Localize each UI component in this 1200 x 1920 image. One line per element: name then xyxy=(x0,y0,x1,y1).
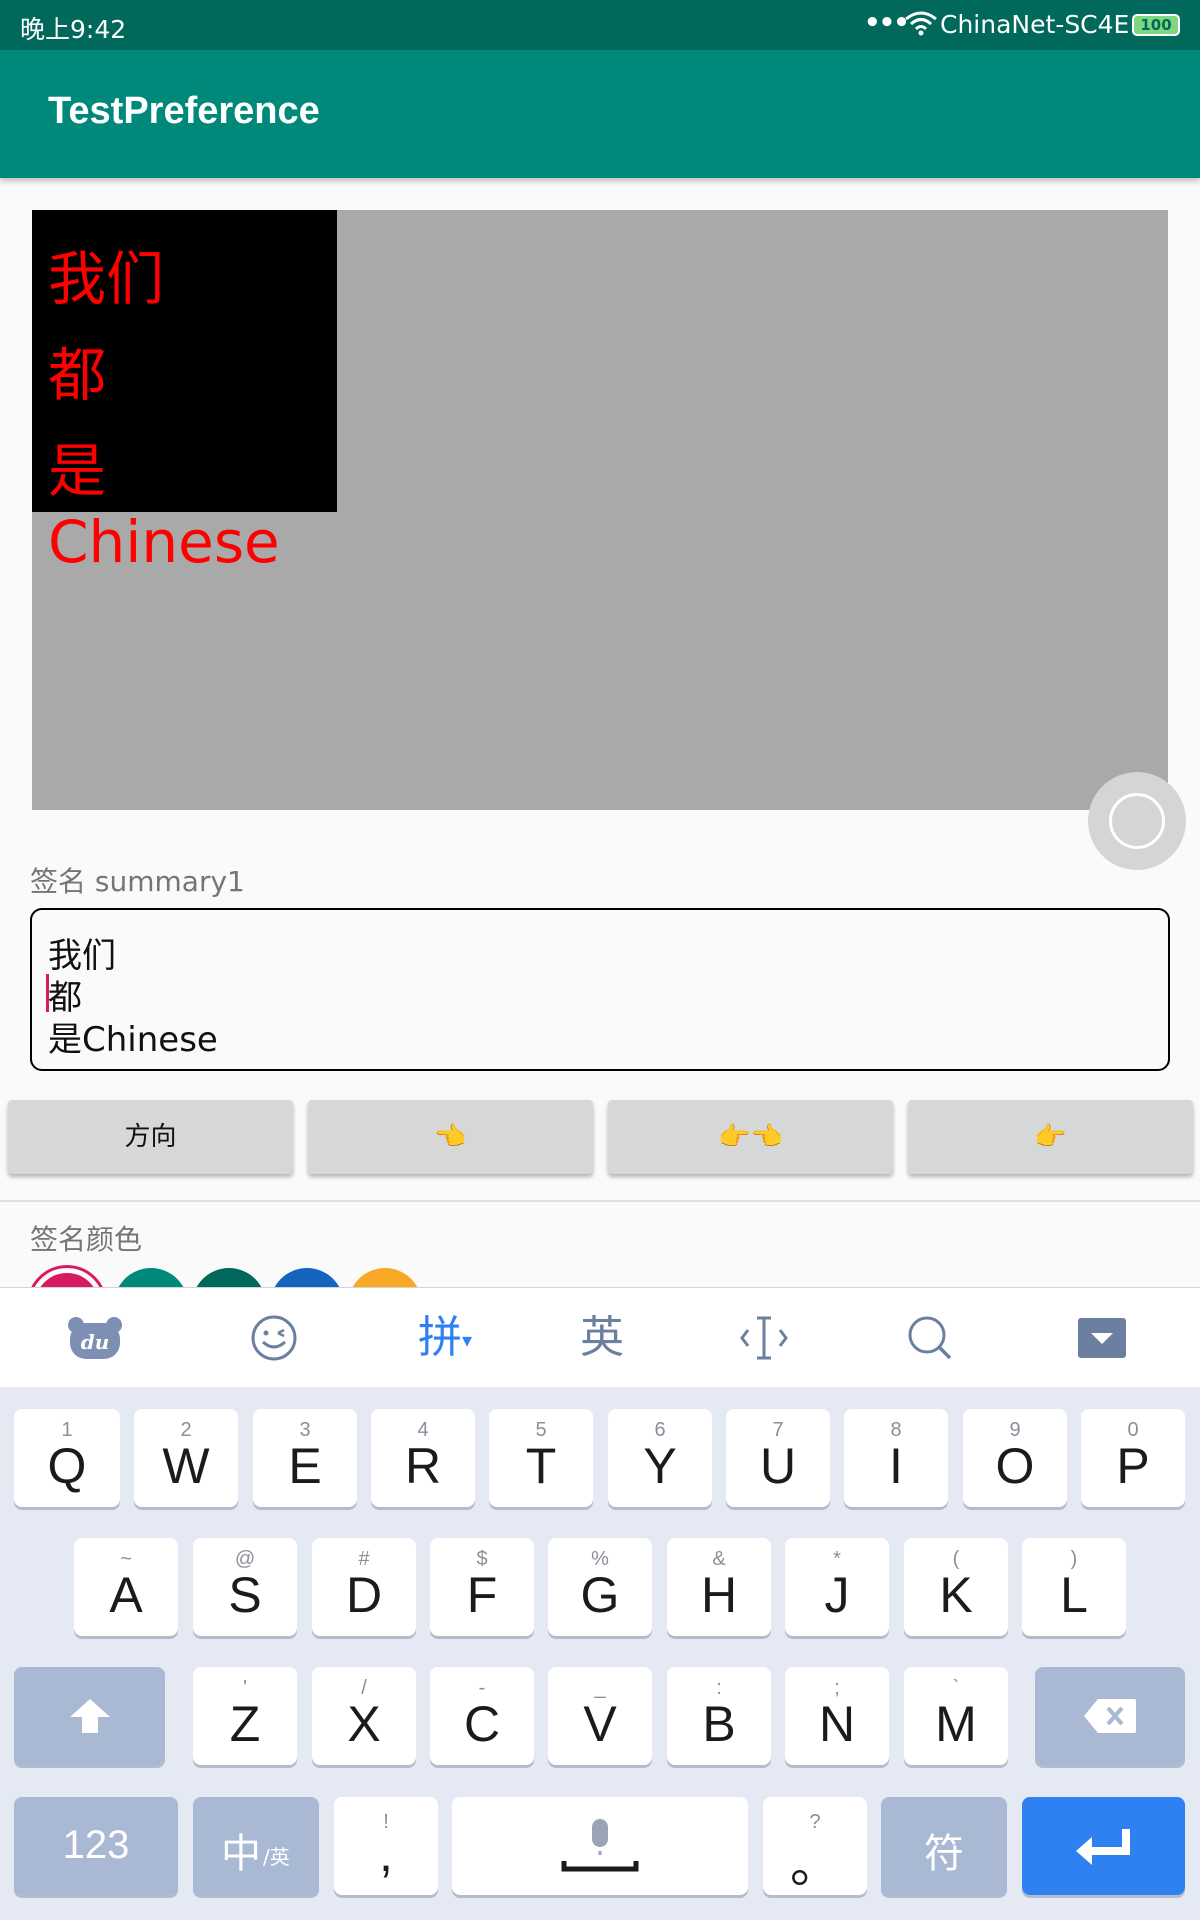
cursor-icon[interactable] xyxy=(734,1288,794,1388)
signature-preview: 我们 都 是Chinese xyxy=(32,210,337,576)
signature-canvas[interactable]: 我们 都 是Chinese xyxy=(32,210,1168,810)
key-x[interactable]: / X xyxy=(312,1667,416,1765)
align-center-button[interactable]: 👉👈 xyxy=(608,1100,893,1174)
key-v[interactable]: _ V xyxy=(548,1667,652,1765)
backspace-icon xyxy=(1084,1699,1136,1733)
key-o[interactable]: 9O xyxy=(963,1409,1067,1507)
numbers-key[interactable]: 123 xyxy=(14,1797,178,1895)
circle-icon xyxy=(1109,793,1165,849)
key-r[interactable]: 4R xyxy=(371,1409,475,1507)
signature-line-3: 是Chinese xyxy=(48,437,280,576)
space-key[interactable] xyxy=(452,1797,748,1895)
app-toolbar: TestPreference xyxy=(0,50,1200,178)
direction-button[interactable]: 方向 xyxy=(8,1100,293,1174)
signature-line-1: 我们 xyxy=(48,245,165,313)
text-line-3: 是Chinese xyxy=(48,1020,218,1060)
floating-action-button[interactable] xyxy=(1088,772,1186,870)
signature-text-input[interactable]: 我们 都 是Chinese xyxy=(30,908,1170,1071)
key-f[interactable]: $ F xyxy=(430,1538,534,1636)
key-b[interactable]: :B xyxy=(667,1667,771,1765)
period-key[interactable]: ?。 xyxy=(763,1797,867,1895)
language-switch-key[interactable]: 中 /英 xyxy=(193,1797,319,1895)
key-h[interactable]: & H xyxy=(667,1538,771,1636)
key-c[interactable]: -C xyxy=(430,1667,534,1765)
key-z[interactable]: ' Z xyxy=(193,1667,297,1765)
signature-summary: 签名 summary1 xyxy=(30,865,245,898)
key-j[interactable]: * J xyxy=(785,1538,889,1636)
caret-down-icon: ▾ xyxy=(461,1328,473,1352)
backspace-key[interactable] xyxy=(1035,1667,1185,1765)
keyboard-toolbar: du 拼▾ 英 xyxy=(0,1287,1200,1387)
search-icon[interactable] xyxy=(900,1288,960,1388)
key-d[interactable]: # D xyxy=(312,1538,416,1636)
key-g[interactable]: % G xyxy=(548,1538,652,1636)
key-e[interactable]: 3E xyxy=(253,1409,357,1507)
hide-keyboard-icon[interactable] xyxy=(1076,1288,1128,1388)
lang-main-label: 中 xyxy=(221,1831,261,1877)
key-k[interactable]: (K xyxy=(904,1538,1008,1636)
shift-icon xyxy=(70,1699,110,1733)
key-m[interactable]: ` M xyxy=(904,1667,1008,1765)
battery-icon: 100 xyxy=(1132,14,1180,36)
shift-key[interactable] xyxy=(14,1667,165,1765)
english-mode-button[interactable]: 英 xyxy=(572,1288,632,1388)
du-logo-icon[interactable]: du xyxy=(60,1288,130,1388)
more-notifications-icon: ••• xyxy=(864,8,910,38)
key-l[interactable]: ) L xyxy=(1022,1538,1126,1636)
wifi-ssid: ChinaNet-SC4E xyxy=(940,10,1130,39)
status-time: 晚上9:42 xyxy=(20,15,127,44)
wifi-icon xyxy=(905,11,937,36)
key-a[interactable]: ~ A xyxy=(74,1538,178,1636)
signature-color-label: 签名颜色 xyxy=(30,1223,143,1256)
lang-sub-label: /英 xyxy=(263,1845,290,1869)
enter-key[interactable] xyxy=(1022,1797,1185,1895)
key-s[interactable]: @ S xyxy=(193,1538,297,1636)
key-p[interactable]: 0P xyxy=(1081,1409,1185,1507)
divider xyxy=(0,1200,1200,1202)
pinyin-mode-button[interactable]: 拼▾ xyxy=(410,1288,480,1388)
emoji-icon[interactable] xyxy=(244,1288,304,1388)
symbols-key[interactable]: 符 xyxy=(881,1797,1007,1895)
key-q[interactable]: 1Q xyxy=(14,1409,120,1507)
du-logo-text: du xyxy=(81,1330,110,1354)
key-u[interactable]: 7U xyxy=(726,1409,830,1507)
app-title: TestPreference xyxy=(48,90,320,132)
key-i[interactable]: 8I xyxy=(844,1409,948,1507)
key-t[interactable]: 5T xyxy=(489,1409,593,1507)
mic-icon xyxy=(561,1819,639,1872)
soft-keyboard: 1Q 2W 3E 4R 5T 6Y 7U 8I 9O 0P ~ A @ S # D $… xyxy=(0,1387,1200,1920)
signature-line-2: 都 xyxy=(48,341,107,409)
key-y[interactable]: 6Y xyxy=(608,1409,712,1507)
key-w[interactable]: 2W xyxy=(134,1409,238,1507)
status-bar: 晚上9:42 ••• ChinaNet-SC4E 100 xyxy=(0,0,1200,50)
enter-icon xyxy=(1076,1829,1130,1865)
text-cursor xyxy=(46,974,49,1012)
key-n[interactable]: ; N xyxy=(785,1667,889,1765)
pinyin-label: 拼 xyxy=(417,1312,462,1363)
align-right-button[interactable]: 👉 xyxy=(908,1100,1193,1174)
align-left-button[interactable]: 👈 xyxy=(308,1100,593,1174)
comma-key[interactable]: !, xyxy=(334,1797,438,1895)
